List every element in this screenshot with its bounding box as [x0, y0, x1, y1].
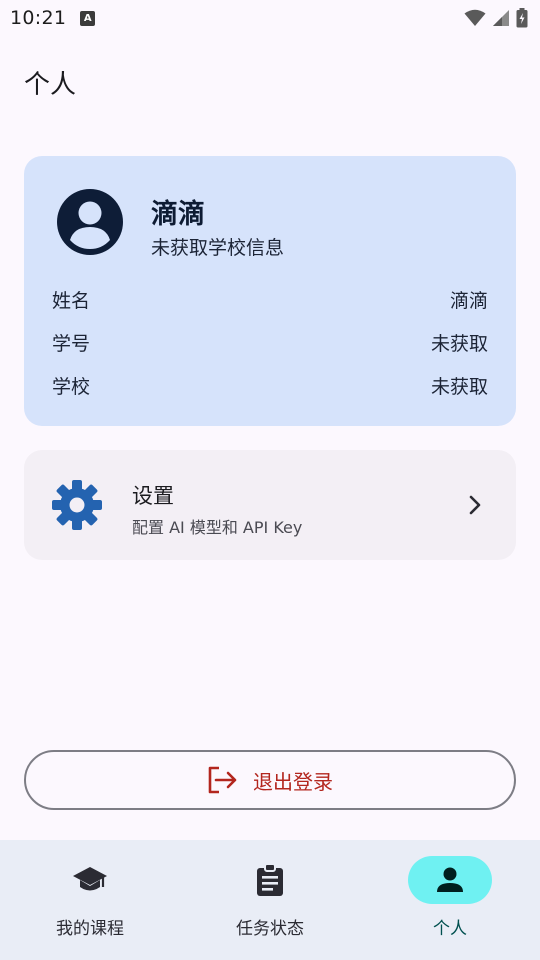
nav-icon-container — [228, 856, 312, 904]
logout-icon — [208, 766, 237, 794]
nav-icon-container-active — [408, 856, 492, 904]
battery-icon — [516, 8, 528, 28]
nav-icon-container — [48, 856, 132, 904]
logout-label: 退出登录 — [253, 769, 333, 794]
nav-item-profile[interactable]: 个人 — [360, 840, 540, 960]
gear-icon — [52, 480, 102, 530]
status-icons — [464, 8, 528, 28]
cell-signal-icon — [493, 10, 509, 26]
nav-item-tasks[interactable]: 任务状态 — [180, 840, 360, 960]
graduation-cap-icon — [73, 867, 107, 891]
profile-school-status: 未获取学校信息 — [151, 237, 285, 259]
wifi-icon — [464, 9, 486, 26]
logout-button[interactable]: 退出登录 — [24, 750, 516, 810]
info-row-school: 学校 未获取 — [52, 370, 488, 400]
nav-label: 我的课程 — [56, 919, 124, 939]
clipboard-icon — [257, 863, 283, 896]
info-value: 滴滴 — [449, 289, 488, 312]
info-label: 姓名 — [52, 289, 91, 312]
settings-card[interactable]: 设置 配置 AI 模型和 API Key — [24, 450, 516, 560]
notification-a-icon: A — [80, 10, 96, 26]
info-value: 未获取 — [430, 332, 488, 355]
status-time: 10:21 — [10, 7, 67, 29]
page-title: 个人 — [24, 70, 77, 100]
settings-subtitle: 配置 AI 模型和 API Key — [132, 518, 303, 537]
settings-title: 设置 — [132, 484, 174, 508]
status-bar: 10:21 A — [0, 0, 540, 36]
account-circle-icon — [57, 189, 123, 255]
info-value: 未获取 — [430, 375, 488, 398]
info-row-name: 姓名 滴滴 — [52, 284, 488, 314]
bottom-navigation: 我的课程 任务状态 个人 — [0, 840, 540, 960]
person-icon — [437, 867, 463, 892]
profile-card: 滴滴 未获取学校信息 姓名 滴滴 学号 未获取 学校 未获取 — [24, 156, 516, 426]
info-label: 学校 — [52, 375, 91, 398]
profile-name: 滴滴 — [151, 199, 205, 230]
info-label: 学号 — [52, 332, 91, 355]
nav-label: 任务状态 — [236, 919, 304, 939]
nav-label: 个人 — [433, 919, 467, 939]
nav-item-courses[interactable]: 我的课程 — [0, 840, 180, 960]
info-row-student-id: 学号 未获取 — [52, 327, 488, 357]
chevron-right-icon — [469, 495, 481, 515]
